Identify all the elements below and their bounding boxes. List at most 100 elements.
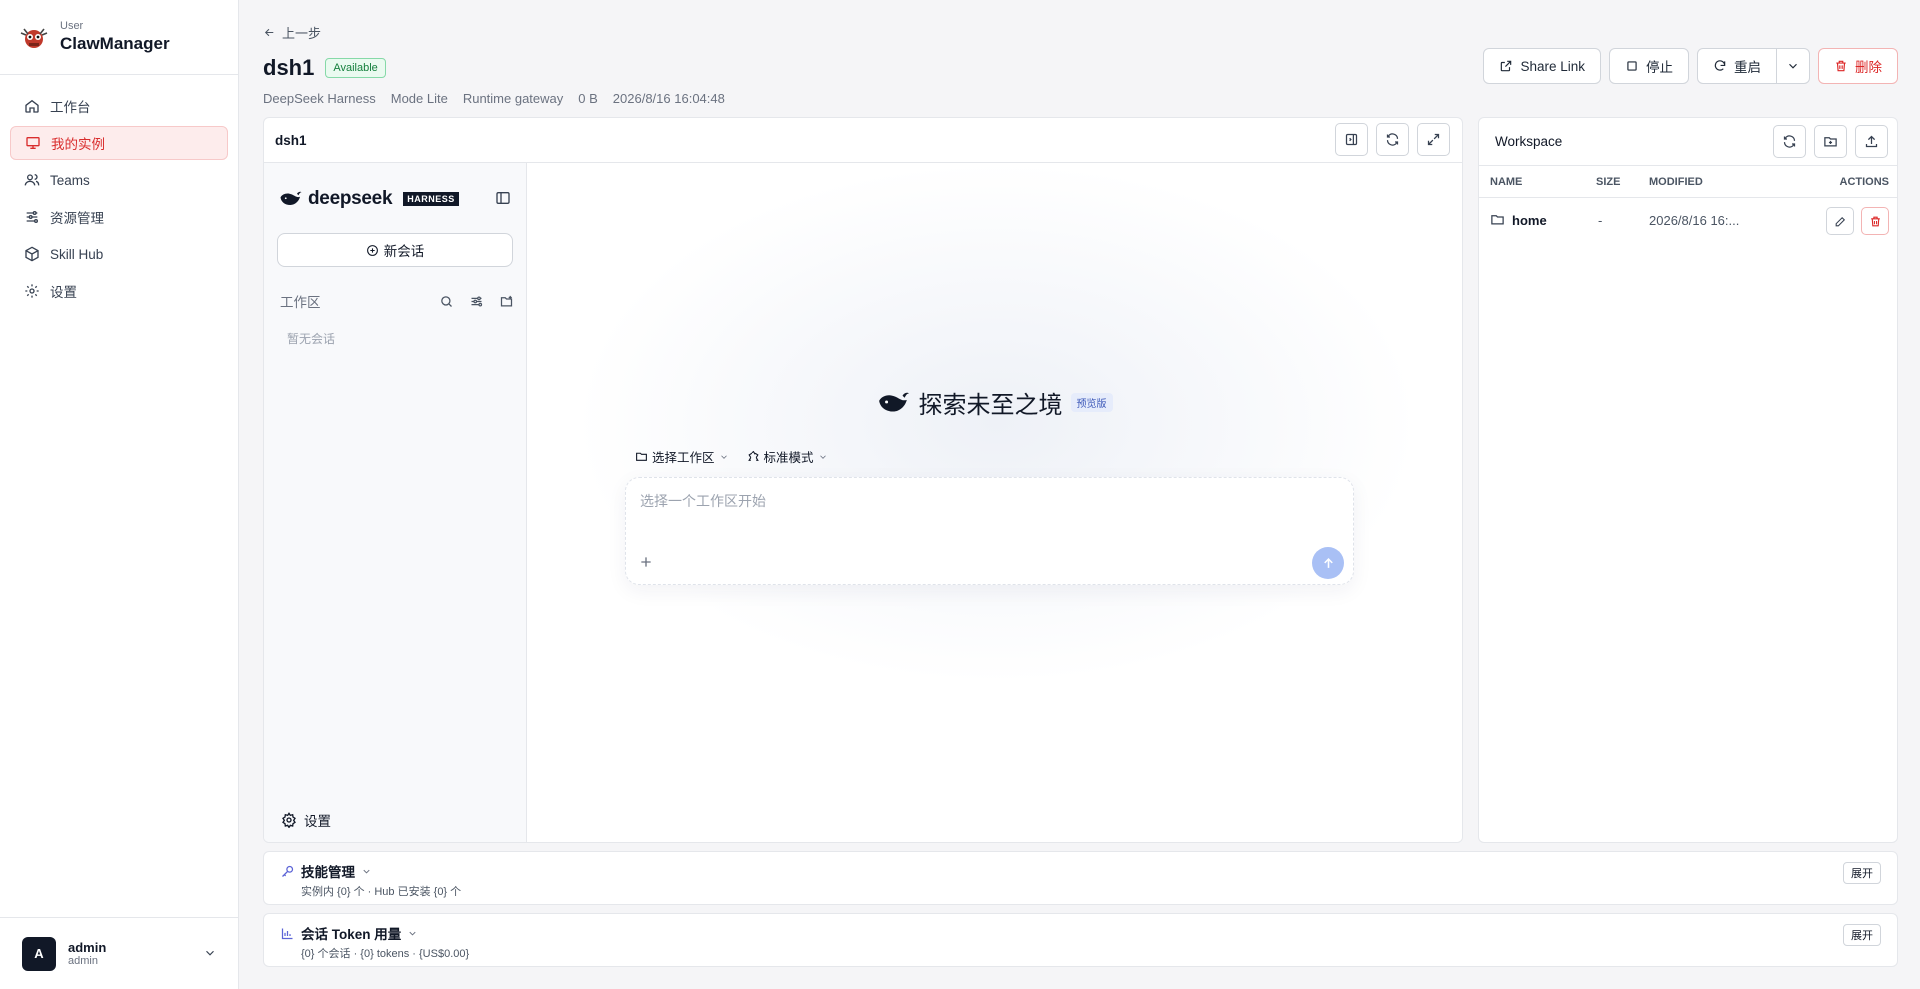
sliders-icon xyxy=(26,211,38,223)
share-link-label: Share Link xyxy=(1520,58,1585,74)
search-icon[interactable] xyxy=(439,294,454,309)
workspace-select-label: 选择工作区 xyxy=(652,451,715,465)
panel-title: dsh1 xyxy=(275,132,307,148)
restart-button-group: 重启 xyxy=(1697,48,1810,84)
token-usage-toggle[interactable]: 会话 Token 用量 xyxy=(280,923,418,943)
status-badge: Available xyxy=(325,58,386,78)
key-icon xyxy=(282,865,294,877)
rename-button[interactable] xyxy=(1826,207,1854,235)
sidebar-item-settings[interactable]: 设置 xyxy=(10,274,228,308)
sidebar-collapse-icon[interactable] xyxy=(495,190,511,206)
sidebar-item-my-instances[interactable]: 我的实例 xyxy=(10,126,228,160)
chat-composer[interactable]: 选择一个工作区开始 xyxy=(625,477,1354,585)
file-size: - xyxy=(1598,213,1603,228)
sidebar-item-resources[interactable]: 资源管理 xyxy=(10,200,228,234)
sidebar-item-label: 设置 xyxy=(50,285,77,300)
send-button[interactable] xyxy=(1312,547,1344,579)
empty-conversations: 暂无会话 xyxy=(287,332,336,346)
file-name[interactable]: home xyxy=(1512,213,1547,228)
workspace-panel: Workspace NAME SIZE MODIFIED ACTIONS hom… xyxy=(1478,117,1898,843)
file-table: NAME SIZE MODIFIED ACTIONS home - 2026/8… xyxy=(1479,166,1897,242)
new-chat-button[interactable]: 新会话 xyxy=(277,233,513,267)
column-name[interactable]: NAME xyxy=(1490,176,1522,188)
whale-icon xyxy=(878,392,909,411)
harness-tag: HARNESS xyxy=(403,192,459,206)
gear-icon xyxy=(25,284,39,298)
toggle-sidebar-button[interactable] xyxy=(1335,123,1368,156)
pencil-icon xyxy=(1835,216,1845,226)
mode-select[interactable]: 标准模式 xyxy=(747,447,828,466)
claw-logo-icon xyxy=(20,28,48,48)
restart-options-button[interactable] xyxy=(1777,48,1810,84)
skills-expand-button[interactable]: 展开 xyxy=(1843,862,1881,884)
chevron-down-icon xyxy=(720,454,727,459)
refresh-icon xyxy=(1386,133,1399,146)
token-usage-expand-button[interactable]: 展开 xyxy=(1843,924,1881,946)
column-size[interactable]: SIZE xyxy=(1596,176,1620,188)
file-modified: 2026/8/16 16:... xyxy=(1649,213,1740,228)
chevron-down-icon xyxy=(409,931,416,936)
arrow-left-icon xyxy=(264,28,274,37)
brand-name: ClawManager xyxy=(60,34,170,53)
sidebar-item-teams[interactable]: Teams xyxy=(10,163,228,197)
user-name: admin xyxy=(68,940,107,955)
new-chat-label: 新会话 xyxy=(383,244,425,259)
upload-icon xyxy=(1865,135,1878,148)
meta-size: 0 B xyxy=(578,91,598,106)
recycle-icon xyxy=(747,450,759,461)
plus-icon[interactable] xyxy=(638,554,654,570)
column-modified[interactable]: MODIFIED xyxy=(1649,176,1703,188)
refresh-panel-button[interactable] xyxy=(1376,123,1409,156)
trash-icon xyxy=(1870,216,1880,226)
expand-icon xyxy=(1427,133,1440,146)
workspace-select[interactable]: 选择工作区 xyxy=(635,447,729,466)
hero: 探索未至之境 预览版 xyxy=(527,385,1462,420)
new-folder-icon[interactable] xyxy=(499,294,514,309)
sidebar-item-label: 我的实例 xyxy=(51,137,105,152)
panel-toggle-icon xyxy=(1345,133,1358,146)
meta-mode: Mode Lite xyxy=(390,91,448,106)
skills-toggle[interactable]: 技能管理 xyxy=(280,861,372,881)
new-folder-button[interactable] xyxy=(1814,125,1847,158)
chat-settings-button[interactable]: 设置 xyxy=(281,810,331,830)
token-usage-title: 会话 Token 用量 xyxy=(301,927,402,942)
token-usage-summary: {0} 个会话 · {0} tokens · {US$0.00} xyxy=(301,948,470,960)
sidebar-nav: 工作台 我的实例 Teams 资源管理 Skill Hub 设置 xyxy=(0,75,238,325)
chat-main: 探索未至之境 预览版 选择工作区 标准模式 选择一个工作区开始 xyxy=(527,163,1462,842)
delete-button[interactable]: 删除 xyxy=(1818,48,1898,84)
sidebar-item-workbench[interactable]: 工作台 xyxy=(10,89,228,123)
bar-chart-icon xyxy=(281,928,293,939)
restart-button[interactable]: 重启 xyxy=(1697,48,1777,84)
chat-settings-label: 设置 xyxy=(304,814,331,829)
chevron-down-icon xyxy=(363,869,370,874)
stop-button[interactable]: 停止 xyxy=(1609,48,1689,84)
sidebar-item-skill-hub[interactable]: Skill Hub xyxy=(10,237,228,271)
meta-runtime: Runtime gateway xyxy=(462,91,564,106)
user-menu[interactable]: A admin admin xyxy=(0,917,239,989)
workspace-title: Workspace xyxy=(1495,134,1563,149)
workspace-label: 工作区 xyxy=(280,295,321,310)
whale-icon xyxy=(280,191,302,205)
plus-circle-icon xyxy=(366,244,378,256)
home-icon xyxy=(25,99,39,113)
upload-button[interactable] xyxy=(1855,125,1888,158)
chevron-down-icon[interactable] xyxy=(203,946,217,960)
instance-meta: DeepSeek Harness Mode Lite Runtime gatew… xyxy=(263,91,725,106)
delete-file-button[interactable] xyxy=(1861,207,1889,235)
back-label: 上一步 xyxy=(282,26,322,41)
square-icon xyxy=(1627,61,1637,71)
share-link-button[interactable]: Share Link xyxy=(1483,48,1601,84)
workspace-toolbar xyxy=(1773,125,1888,158)
chat-input[interactable]: 选择一个工作区开始 xyxy=(640,491,766,511)
brand[interactable]: User ClawManager xyxy=(0,0,238,75)
filter-icon[interactable] xyxy=(469,294,484,309)
skills-section: 技能管理 实例内 {0} 个 · Hub 已安装 {0} 个 展开 xyxy=(263,851,1898,905)
back-link[interactable]: 上一步 xyxy=(263,23,321,42)
table-row[interactable]: home - 2026/8/16 16:... xyxy=(1479,198,1897,242)
mode-select-label: 标准模式 xyxy=(763,451,814,465)
arrow-up-icon xyxy=(1323,557,1333,568)
deepseek-wordmark: deepseek xyxy=(308,188,393,209)
workspace-refresh-button[interactable] xyxy=(1773,125,1806,158)
user-role: admin xyxy=(68,955,98,967)
fullscreen-button[interactable] xyxy=(1417,123,1450,156)
